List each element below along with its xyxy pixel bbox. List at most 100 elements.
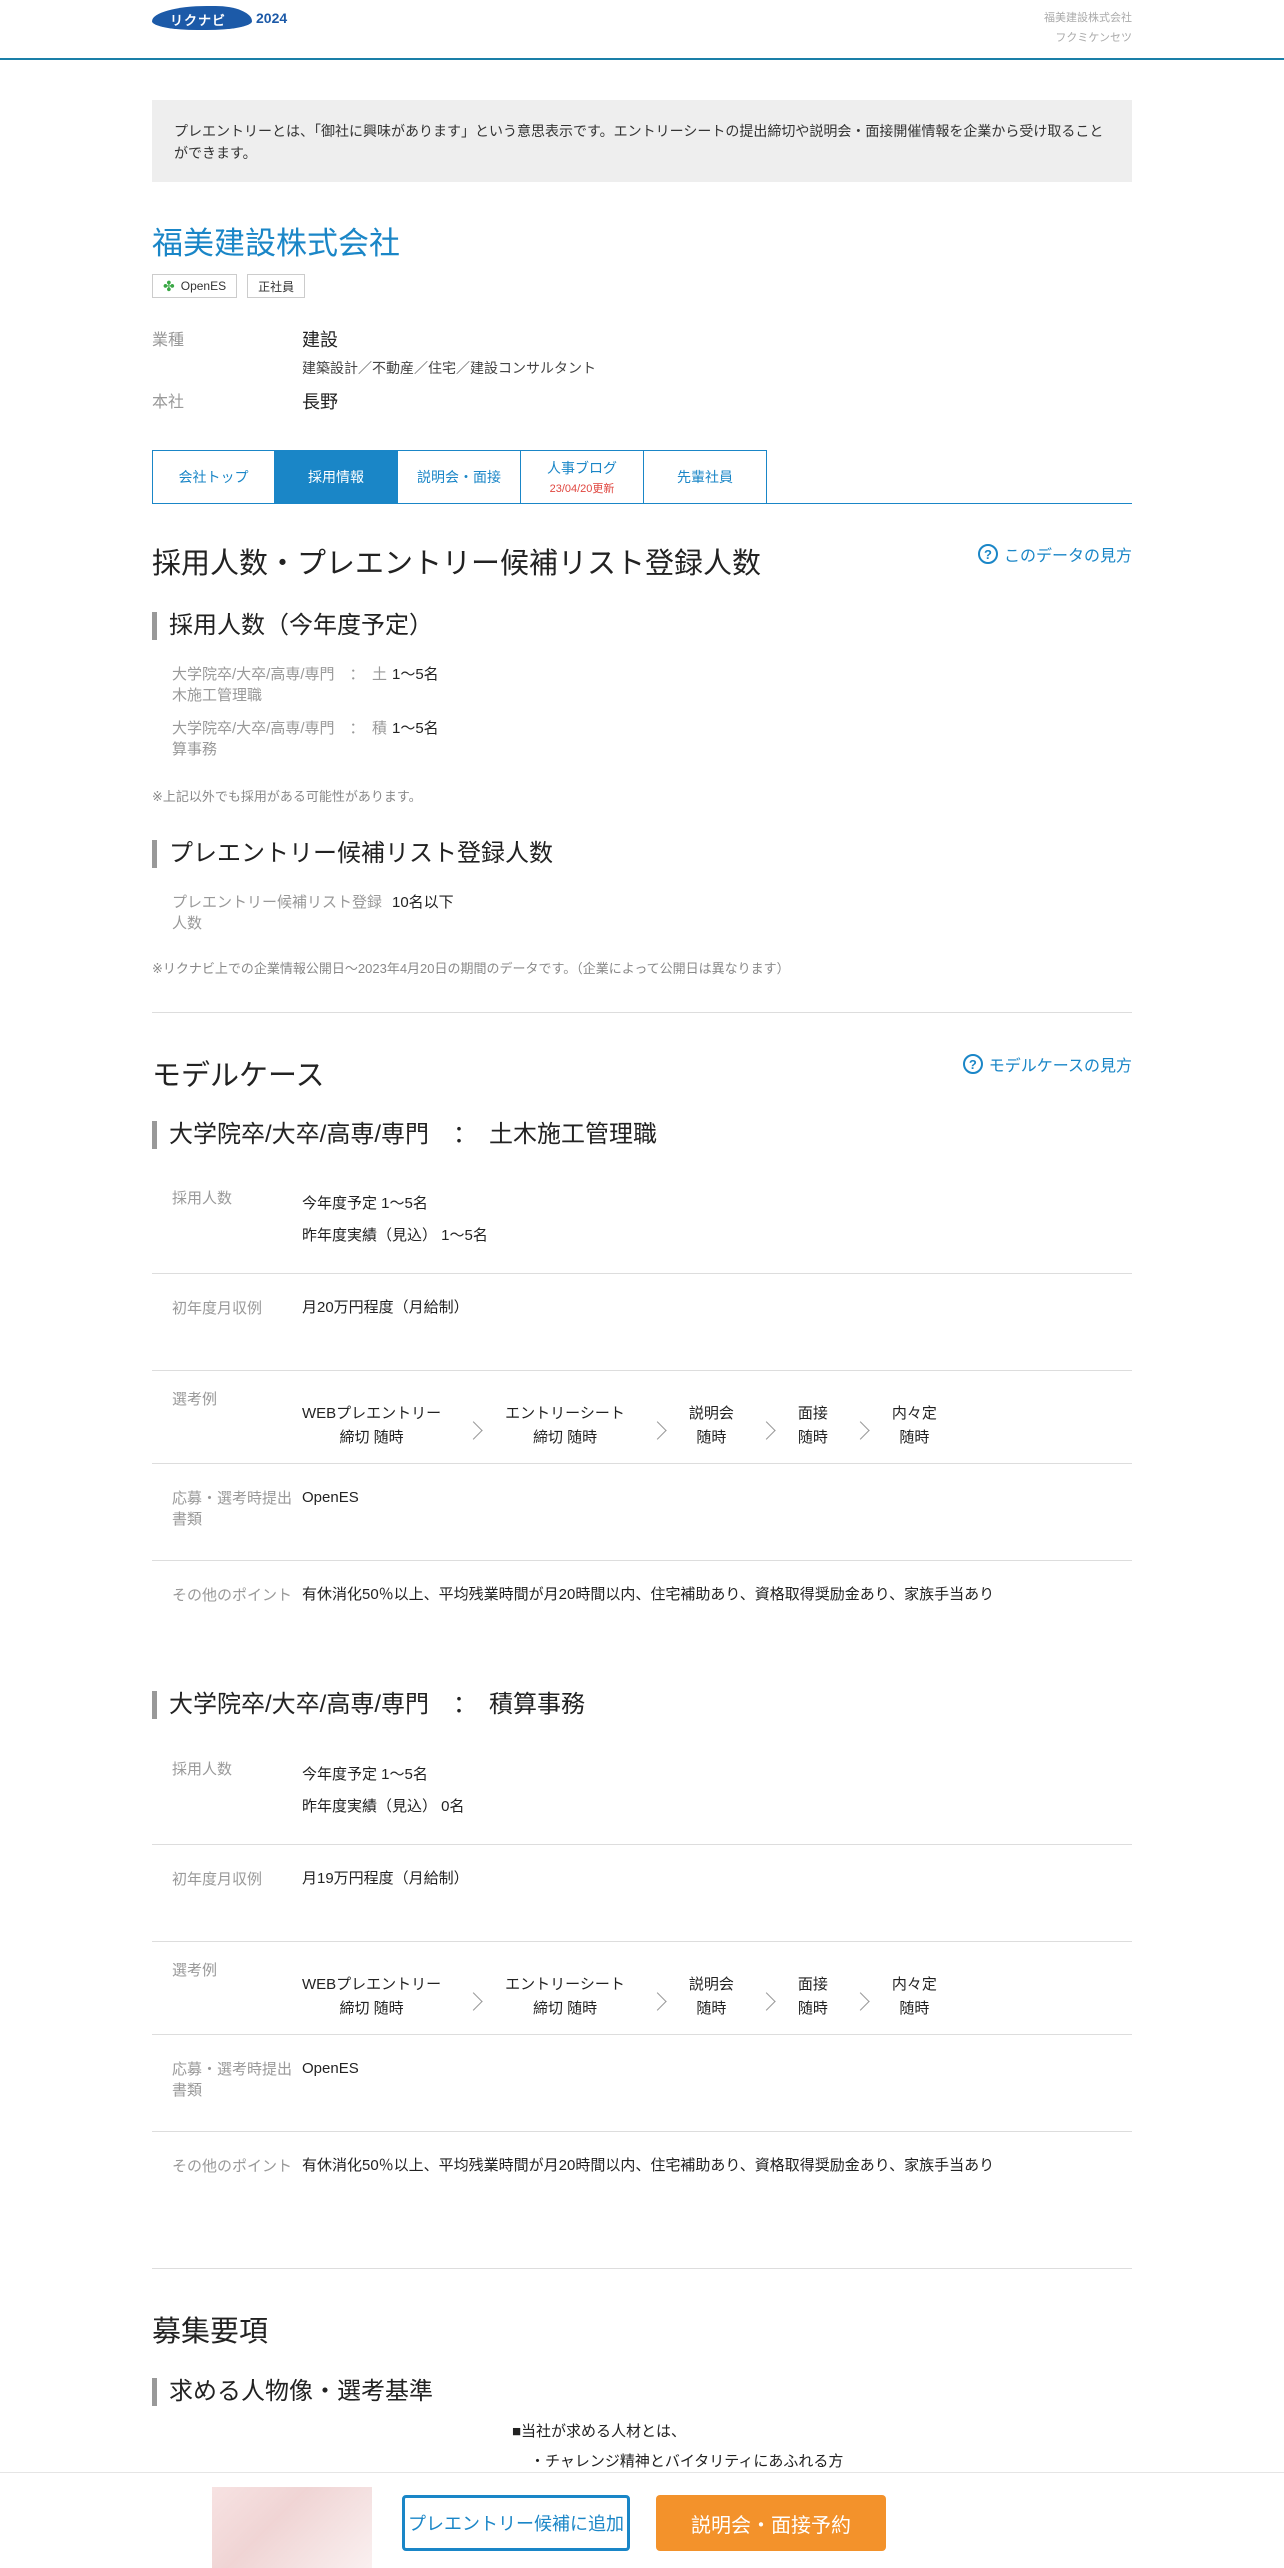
row-label: 採用人数 — [172, 1190, 233, 1207]
flow-step: 内々定 随時 — [891, 1405, 937, 1446]
help-link-label: このデータの見方 — [1003, 548, 1132, 565]
requirements-text: ■当社が求める人材とは、 ・チャレンジ精神とバイタリティにあふれる方 — [512, 2417, 1132, 2477]
hires-title: 採用人数（今年度予定） — [152, 612, 1132, 640]
preentry-notice: プレエントリーとは、「御社に興味があります」という意思表示です。エントリーシート… — [152, 100, 1132, 182]
model-case-table: 採用人数 今年度予定 1～5名昨年度実績（見込） 1～5名 初年度月収例 月20… — [152, 1178, 1132, 1657]
data-help-link[interactable]: ? このデータの見方 — [977, 542, 1132, 566]
info-industry: 業種 建設 建築設計／不動産／住宅／建設コンサルタント — [152, 326, 1132, 378]
model-help-link[interactable]: ? モデルケースの見方 — [962, 1052, 1132, 1076]
hires-label: 大学院卒/大卒/高専/専門 ： 土木施工管理職 — [172, 666, 388, 704]
chevron-right-icon — [846, 1412, 874, 1440]
documents-value: OpenES — [302, 2060, 359, 2077]
tab-seminar[interactable]: 説明会・面接 — [398, 450, 521, 504]
case-title: 大学院卒/大卒/高専/専門 ： 積算事務 — [152, 1691, 1132, 1719]
case-row-points: その他のポイント 有休消化50％以上、平均残業時間が月20時間以内、住宅補助あり… — [152, 2132, 1132, 2228]
logo-year: 2024 — [256, 10, 288, 26]
row-label: その他のポイント — [172, 2158, 293, 2175]
logo-text: リクナビ — [170, 13, 227, 28]
salary-value: 月20万円程度（月給制） — [302, 1299, 469, 1316]
selection-flow: WEBプレエントリー 締切 随時 エントリーシート 締切 随時 説明会 随時 面接 随時… — [302, 1389, 937, 1463]
chevron-right-icon — [643, 1412, 671, 1440]
case-row-salary: 初年度月収例 月19万円程度（月給制） — [152, 1845, 1132, 1942]
row-label: 初年度月収例 — [172, 1871, 263, 1888]
flow-step: 面接 随時 — [797, 1405, 828, 1446]
tab-senior-employees[interactable]: 先輩社員 — [644, 450, 767, 504]
case-row-selection: 選考例 WEBプレエントリー 締切 随時 エントリーシート 締切 随時 説明会 随時 … — [152, 1371, 1132, 1464]
row-label: その他のポイント — [172, 1587, 293, 1604]
header-company-kana: フクミケンセツ — [1055, 32, 1132, 44]
tab-company-top[interactable]: 会社トップ — [152, 450, 275, 504]
hires-value: 1～5名 — [392, 720, 439, 737]
info-hq: 本社 長野 — [152, 388, 1132, 414]
case-title: 大学院卒/大卒/高専/専門 ： 土木施工管理職 — [152, 1121, 1132, 1149]
add-preentry-button[interactable]: プレエントリー候補に追加 — [402, 2495, 630, 2551]
case-row-documents: 応募・選考時提出書類 OpenES — [152, 2035, 1132, 2132]
divider — [152, 2268, 1132, 2269]
case-row-salary: 初年度月収例 月20万円程度（月給制） — [152, 1274, 1132, 1371]
hires-label: 大学院卒/大卒/高専/専門 ： 積算事務 — [172, 720, 388, 758]
tab-label: 説明会・面接 — [417, 469, 501, 485]
hq-value: 長野 — [302, 392, 338, 412]
flow-step: 説明会 随時 — [688, 1405, 734, 1446]
info-key: 本社 — [152, 394, 185, 411]
model-case-table: 採用人数 今年度予定 1～5名 昨年度実績（見込） 0名 初年度月収例 月19万円… — [152, 1749, 1132, 2228]
row-label: 採用人数 — [172, 1761, 233, 1778]
question-icon: ? — [977, 544, 998, 564]
question-icon: ? — [962, 1054, 983, 1074]
hires-this-year: 今年度予定 1～5名 — [302, 1195, 428, 1212]
requirement-line: ■当社が求める人材とは、 — [512, 2423, 687, 2440]
header-company: 福美建設株式会社 フクミケンセツ — [1044, 8, 1132, 48]
company-name: 福美建設株式会社 — [152, 226, 400, 261]
logo-mark: リクナビ — [152, 6, 252, 30]
header-company-name: 福美建設株式会社 — [1044, 12, 1132, 24]
list-title: プレエントリー候補リスト登録人数 — [152, 840, 1132, 868]
chevron-right-icon — [459, 1412, 487, 1440]
info-key: 業種 — [152, 332, 185, 349]
flow-step: エントリーシート 締切 随時 — [505, 1976, 625, 2017]
hires-last-year: 昨年度実績（見込） 1～5名 — [302, 1227, 488, 1244]
tab-label: 会社トップ — [178, 469, 249, 485]
flow-step: 面接 随時 — [797, 1976, 828, 2017]
reserve-seminar-button[interactable]: 説明会・面接予約 — [656, 2495, 886, 2551]
flow-step: WEBプレエントリー 締切 随時 — [302, 1976, 442, 2017]
help-link-label: モデルケースの見方 — [988, 1058, 1132, 1075]
list-note: ※リクナビ上での企業情報公開日〜2023年4月20日の期間のデータです。（企業に… — [152, 961, 790, 976]
hires-row: 大学院卒/大卒/高専/専門 ： 積算事務 1～5名 — [152, 718, 1132, 760]
tab-updated: 23/04/20更新 — [549, 483, 615, 495]
tag-openes: ✤ OpenES — [152, 274, 238, 298]
hires-note: ※上記以外でも採用がある可能性があります。 — [152, 789, 422, 804]
company-info: 業種 建設 建築設計／不動産／住宅／建設コンサルタント 本社 長野 — [152, 326, 1132, 424]
documents-value: OpenES — [302, 1489, 359, 1506]
list-value: 10名以下 — [392, 894, 454, 911]
flow-step: エントリーシート 締切 随時 — [505, 1405, 625, 1446]
company-tabs: 会社トップ 採用情報 説明会・面接 人事ブログ 23/04/20更新 先輩社員 — [152, 450, 1132, 504]
list-row: プレエントリー候補リスト登録人数 10名以下 — [152, 892, 1132, 934]
row-label: 初年度月収例 — [172, 1300, 263, 1317]
tab-hr-blog[interactable]: 人事ブログ 23/04/20更新 — [521, 450, 644, 504]
requirements-subtitle: 求める人物像・選考基準 — [152, 2378, 1132, 2406]
case-row-selection: 選考例 WEBプレエントリー 締切 随時 エントリーシート 締切 随時 説明会 随時 … — [152, 1942, 1132, 2035]
flow-step: 内々定 随時 — [891, 1976, 937, 2017]
chevron-right-icon — [752, 1983, 780, 2011]
case-row-points: その他のポイント 有休消化50％以上、平均残業時間が月20時間以内、住宅補助あり… — [152, 1561, 1132, 1657]
selection-flow: WEBプレエントリー 締切 随時 エントリーシート 締切 随時 説明会 随時 面接 随時… — [302, 1960, 937, 2034]
chevron-right-icon — [643, 1983, 671, 2011]
tab-recruit-info[interactable]: 採用情報 — [275, 450, 398, 504]
company-tags: ✤ OpenES 正社員 — [152, 274, 1132, 298]
salary-value: 月19万円程度（月給制） — [302, 1870, 469, 1887]
industry-value: 建設 — [302, 330, 338, 350]
points-value: 有休消化50％以上、平均残業時間が月20時間以内、住宅補助あり、資格取得奨励金あ… — [302, 2157, 995, 2174]
case-row-hires: 採用人数 今年度予定 1～5名昨年度実績（見込） 1～5名 — [152, 1178, 1132, 1274]
tab-label: 人事ブログ — [547, 460, 617, 476]
tag-label: OpenES — [180, 279, 227, 293]
tab-label: 先輩社員 — [677, 469, 733, 485]
flow-step: 説明会 随時 — [688, 1976, 734, 2017]
divider — [152, 1012, 1132, 1013]
rikunabi-logo[interactable]: リクナビ 2024 — [152, 5, 287, 31]
tag-fulltime: 正社員 — [247, 274, 306, 298]
requirements-title: 募集要項 — [152, 2316, 269, 2348]
row-label: 選考例 — [172, 1391, 218, 1408]
hires-value: 1～5名 — [392, 666, 439, 683]
industry-sub: 建築設計／不動産／住宅／建設コンサルタント — [302, 360, 596, 376]
company-thumbnail — [212, 2487, 372, 2568]
